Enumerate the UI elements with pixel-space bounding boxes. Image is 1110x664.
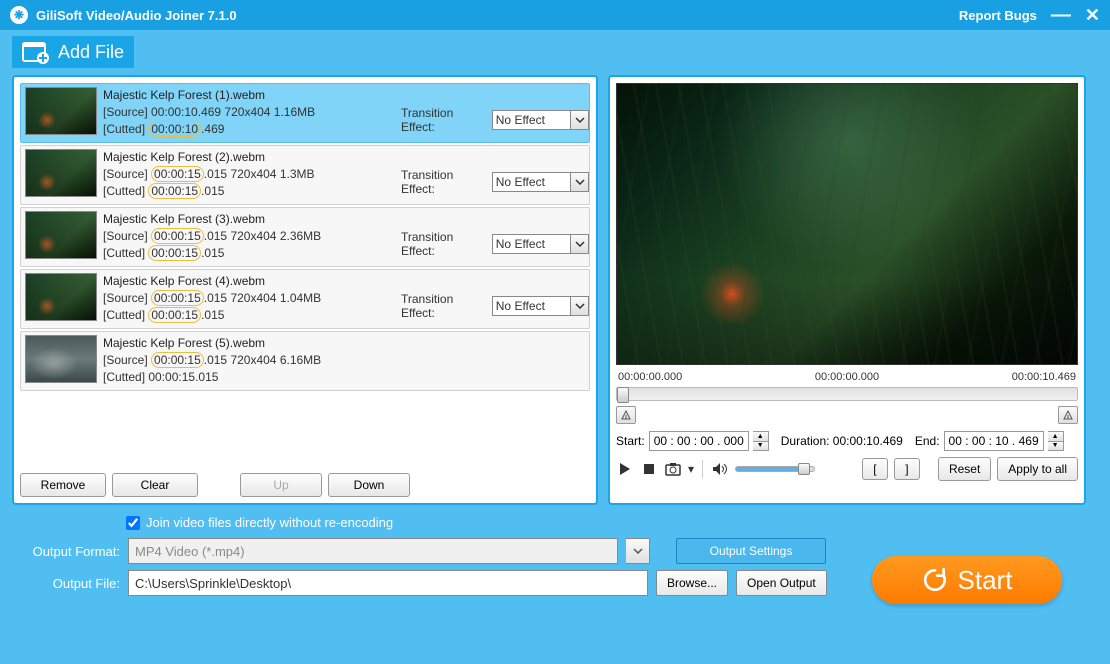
time-end-label: 00:00:10.469	[1012, 371, 1076, 383]
duration-label: Duration: 00:00:10.469	[781, 434, 903, 448]
file-thumbnail	[25, 335, 97, 383]
file-cut-info: [Cutted] 00:00:15.015	[103, 369, 585, 386]
add-file-button[interactable]: Add File	[12, 36, 134, 68]
transition-label: Transition Effect:	[401, 168, 488, 196]
apply-all-button[interactable]: Apply to all	[997, 457, 1078, 481]
video-preview[interactable]	[616, 83, 1078, 365]
end-spinner[interactable]: ▲▼	[1048, 431, 1064, 451]
clear-button[interactable]: Clear	[112, 473, 198, 497]
volume-slider[interactable]	[735, 466, 815, 472]
join-direct-checkbox[interactable]	[126, 516, 140, 530]
stop-button[interactable]	[640, 460, 658, 478]
file-row[interactable]: Majestic Kelp Forest (3).webm[Source] 00…	[20, 207, 590, 267]
file-row[interactable]: Majestic Kelp Forest (2).webm[Source] 00…	[20, 145, 590, 205]
report-bugs-link[interactable]: Report Bugs	[959, 8, 1037, 23]
bracket-out-button[interactable]: ]	[894, 458, 920, 480]
join-direct-label: Join video files directly without re-enc…	[146, 515, 393, 530]
chevron-down-icon	[570, 173, 588, 191]
browse-button[interactable]: Browse...	[656, 570, 728, 596]
seek-slider[interactable]	[616, 387, 1078, 401]
file-row[interactable]: Majestic Kelp Forest (4).webm[Source] 00…	[20, 269, 590, 329]
seek-head[interactable]	[617, 387, 629, 403]
add-file-icon	[22, 40, 50, 64]
time-mid-label: 00:00:00.000	[815, 371, 879, 383]
file-name: Majestic Kelp Forest (1).webm	[103, 87, 585, 104]
chevron-down-icon	[570, 111, 588, 129]
output-format-field	[128, 538, 618, 564]
file-source-info: [Source] 00:00:15.015 720x404 6.16MB	[103, 352, 585, 369]
time-start-label: 00:00:00.000	[618, 371, 682, 383]
up-button[interactable]: Up	[240, 473, 322, 497]
transition-label: Transition Effect:	[401, 106, 488, 134]
file-thumbnail	[25, 149, 97, 197]
output-file-field[interactable]	[128, 570, 648, 596]
file-name: Majestic Kelp Forest (3).webm	[103, 211, 585, 228]
down-button[interactable]: Down	[328, 473, 410, 497]
file-thumbnail	[25, 211, 97, 259]
end-label: End:	[915, 434, 940, 448]
refresh-icon	[922, 567, 948, 593]
transition-select[interactable]: No Effect	[492, 296, 589, 316]
start-spinner[interactable]: ▲▼	[753, 431, 769, 451]
transition-select[interactable]: No Effect	[492, 110, 589, 130]
file-row[interactable]: Majestic Kelp Forest (5).webm[Source] 00…	[20, 331, 590, 391]
start-button[interactable]: Start	[872, 556, 1062, 604]
file-thumbnail	[25, 87, 97, 135]
volume-icon[interactable]	[711, 460, 729, 478]
output-file-label: Output File:	[30, 576, 120, 591]
reset-button[interactable]: Reset	[938, 457, 991, 481]
output-settings-button[interactable]: Output Settings	[676, 538, 826, 564]
start-label: Start:	[616, 434, 645, 448]
file-thumbnail	[25, 273, 97, 321]
output-format-label: Output Format:	[30, 544, 120, 559]
remove-button[interactable]: Remove	[20, 473, 106, 497]
minimize-button[interactable]: —	[1051, 4, 1071, 27]
play-button[interactable]	[616, 460, 634, 478]
transition-select[interactable]: No Effect	[492, 234, 589, 254]
app-title: GiliSoft Video/Audio Joiner 7.1.0	[36, 8, 237, 23]
snapshot-button[interactable]	[664, 460, 682, 478]
preview-panel: 00:00:00.000 00:00:00.000 00:00:10.469 S…	[608, 75, 1086, 505]
chevron-down-icon	[570, 297, 588, 315]
close-button[interactable]: ✕	[1085, 5, 1100, 26]
transition-label: Transition Effect:	[401, 230, 488, 258]
file-list-panel: Majestic Kelp Forest (1).webm [Source] 00…	[12, 75, 598, 505]
bracket-in-button[interactable]: [	[862, 458, 888, 480]
transition-select[interactable]: No Effect	[492, 172, 589, 192]
open-output-button[interactable]: Open Output	[736, 570, 827, 596]
start-time-input[interactable]: 00 : 00 : 00 . 000	[649, 431, 749, 451]
app-logo-icon: ❋	[10, 6, 28, 24]
file-list: Majestic Kelp Forest (1).webm [Source] 00…	[20, 83, 590, 467]
file-name: Majestic Kelp Forest (4).webm	[103, 273, 585, 290]
file-name: Majestic Kelp Forest (2).webm	[103, 149, 585, 166]
titlebar: ❋ GiliSoft Video/Audio Joiner 7.1.0 Repo…	[0, 0, 1110, 30]
output-format-dropdown[interactable]	[626, 538, 650, 564]
file-name: Majestic Kelp Forest (5).webm	[103, 335, 585, 352]
mark-in-button[interactable]	[616, 406, 636, 424]
chevron-down-icon	[570, 235, 588, 253]
end-time-input[interactable]: 00 : 00 : 10 . 469	[944, 431, 1044, 451]
mark-out-button[interactable]	[1058, 406, 1078, 424]
transition-label: Transition Effect:	[401, 292, 488, 320]
file-row[interactable]: Majestic Kelp Forest (1).webm[Source] 00…	[20, 83, 590, 143]
